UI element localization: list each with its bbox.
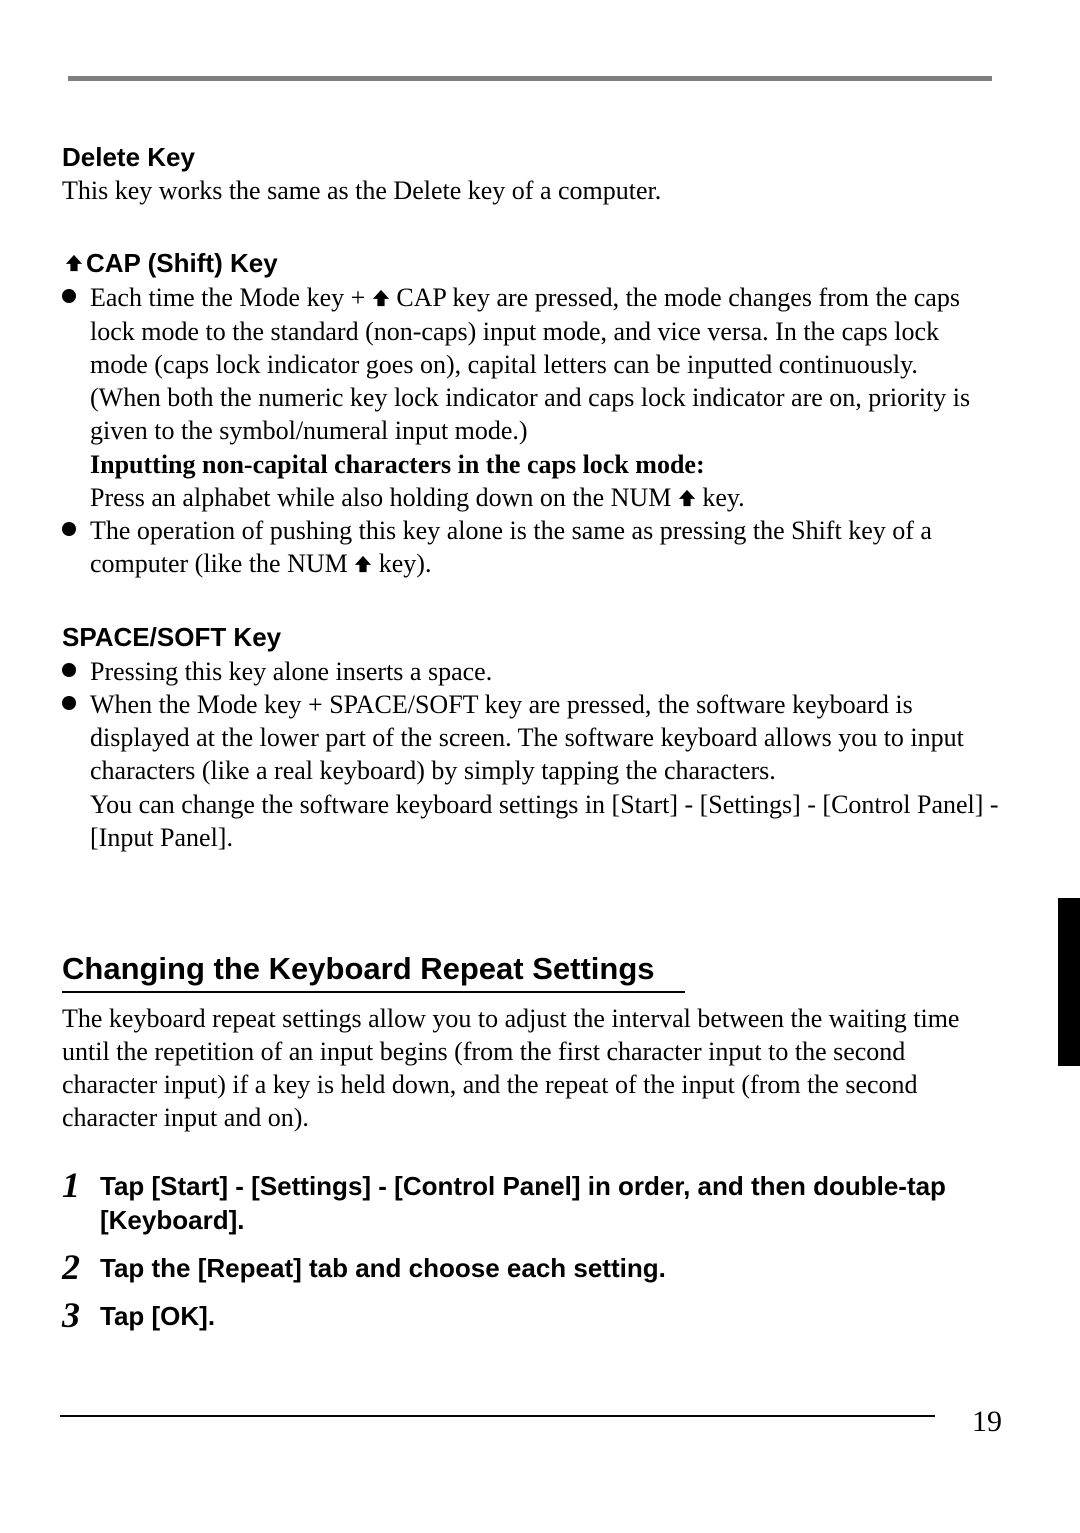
text: Press an alphabet while also holding dow… bbox=[90, 483, 678, 512]
shift-arrow-icon bbox=[372, 283, 390, 312]
section-space-soft: SPACE/SOFT Key Pressing this key alone i… bbox=[62, 623, 1002, 854]
body-delete-key: This key works the same as the Delete ke… bbox=[62, 175, 1002, 208]
sub-heading: Inputting non-capital characters in the … bbox=[90, 450, 705, 479]
list-item: Pressing this key alone inserts a space. bbox=[62, 655, 1002, 688]
text: (When both the numeric key lock indicato… bbox=[90, 383, 970, 445]
text: The operation of pushing this key alone … bbox=[90, 516, 932, 578]
list-item: Each time the Mode key + CAP key are pre… bbox=[62, 281, 1002, 514]
heading-cap-key: CAP (Shift) Key bbox=[86, 249, 278, 279]
heading-delete-key: Delete Key bbox=[62, 143, 1002, 173]
space-soft-bullets: Pressing this key alone inserts a space.… bbox=[62, 655, 1002, 855]
top-rule bbox=[68, 76, 992, 81]
section-changing: Changing the Keyboard Repeat Settings Th… bbox=[62, 950, 1002, 1333]
text: key). bbox=[372, 549, 431, 578]
step-item: Tap the [Repeat] tab and choose each set… bbox=[62, 1252, 1002, 1286]
text: Each time the Mode key + bbox=[90, 283, 372, 312]
step-item: Tap [Start] - [Settings] - [Control Pane… bbox=[62, 1170, 1002, 1238]
shift-arrow-icon bbox=[62, 249, 86, 272]
section-body: The keyboard repeat settings allow you t… bbox=[62, 1003, 1002, 1134]
text: When the Mode key + SPACE/SOFT key are p… bbox=[90, 690, 964, 786]
section-cap-key: CAP (Shift) Key Each time the Mode key +… bbox=[62, 249, 1002, 580]
step-text: Tap [OK]. bbox=[100, 1301, 215, 1331]
shift-arrow-icon bbox=[354, 549, 372, 578]
section-delete-key: Delete Key This key works the same as th… bbox=[62, 143, 1002, 207]
section-title: Changing the Keyboard Repeat Settings bbox=[62, 950, 685, 993]
list-item: The operation of pushing this key alone … bbox=[62, 514, 1002, 581]
step-text: Tap [Start] - [Settings] - [Control Pane… bbox=[100, 1171, 946, 1235]
page-number: 19 bbox=[972, 1405, 1002, 1439]
cap-key-bullets: Each time the Mode key + CAP key are pre… bbox=[62, 281, 1002, 580]
step-text: Tap the [Repeat] tab and choose each set… bbox=[100, 1253, 666, 1283]
heading-space-soft: SPACE/SOFT Key bbox=[62, 623, 1002, 653]
bottom-rule bbox=[60, 1415, 935, 1417]
steps-list: Tap [Start] - [Settings] - [Control Pane… bbox=[62, 1170, 1002, 1333]
text: You can change the software keyboard set… bbox=[90, 790, 999, 852]
list-item: When the Mode key + SPACE/SOFT key are p… bbox=[62, 688, 1002, 854]
thumb-tab bbox=[1058, 898, 1080, 1066]
text: key. bbox=[696, 483, 745, 512]
manual-page: Delete Key This key works the same as th… bbox=[0, 0, 1080, 1533]
step-item: Tap [OK]. bbox=[62, 1300, 1002, 1334]
shift-arrow-icon bbox=[678, 483, 696, 512]
text: Pressing this key alone inserts a space. bbox=[90, 657, 492, 686]
